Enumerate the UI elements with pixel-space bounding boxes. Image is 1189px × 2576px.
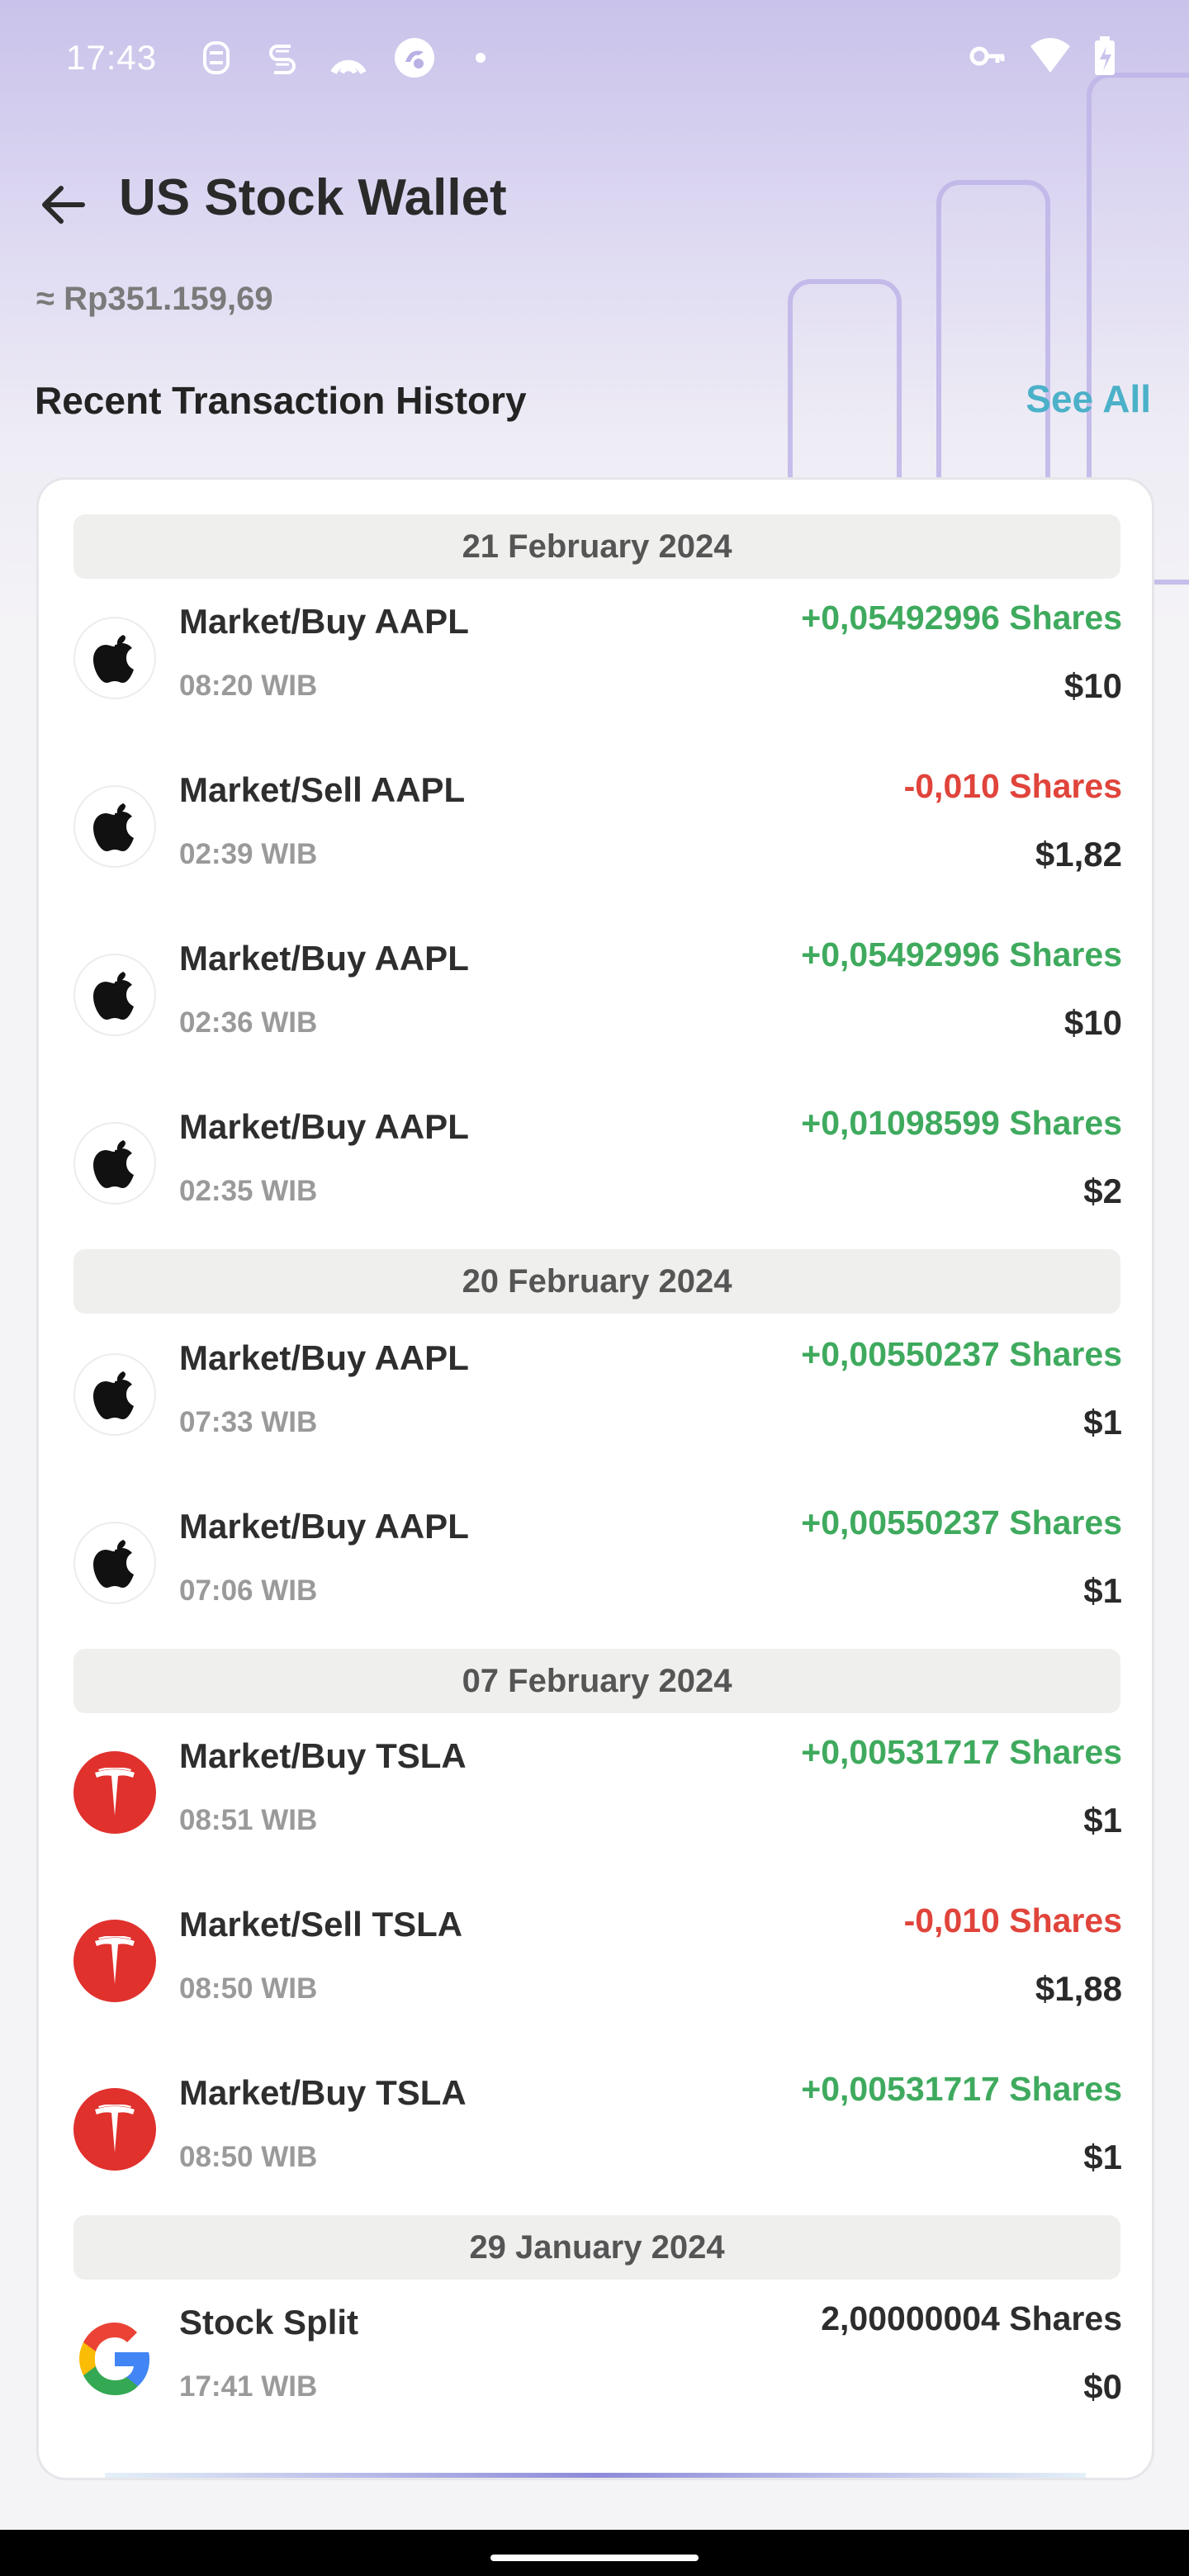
- battery-icon: [1093, 36, 1116, 80]
- transaction-amount: $0: [1083, 2367, 1122, 2406]
- transaction-row[interactable]: Market/Buy AAPL 08:20 WIB +0,05492996 Sh…: [39, 579, 1152, 747]
- transaction-shares: +0,00531717 Shares: [801, 2070, 1122, 2108]
- transaction-shares: +0,00550237 Shares: [801, 1503, 1122, 1541]
- system-navigation-bar: [0, 2530, 1189, 2576]
- transaction-time: 08:50 WIB: [179, 1972, 318, 2005]
- section-title: Recent Transaction History: [35, 379, 527, 422]
- date-header: 07 February 2024: [73, 1649, 1120, 1713]
- apple-logo-icon: [73, 954, 156, 1036]
- arrow-left-icon: [42, 186, 85, 224]
- transaction-title: Market/Buy AAPL: [179, 1507, 469, 1546]
- status-icons-right: [968, 36, 1116, 80]
- status-bar: 17:43: [0, 0, 1189, 116]
- transaction-amount: $1,82: [1035, 835, 1122, 874]
- tesla-logo-icon: [73, 1751, 156, 1834]
- transaction-row[interactable]: Market/Buy AAPL 07:33 WIB +0,00550237 Sh…: [39, 1315, 1152, 1484]
- transaction-time: 02:35 WIB: [179, 1175, 318, 1207]
- see-all-link[interactable]: See All: [1026, 376, 1151, 421]
- transaction-time: 07:33 WIB: [179, 1406, 318, 1438]
- transaction-time: 08:50 WIB: [179, 2141, 318, 2173]
- transaction-history-card: 21 February 2024 Market/Buy AAPL 08:20 W…: [36, 477, 1154, 2480]
- google-logo-icon: [73, 2318, 156, 2400]
- transaction-shares: -0,010 Shares: [903, 1901, 1122, 1939]
- tesla-logo-icon: [73, 1920, 156, 2002]
- transaction-row[interactable]: Market/Sell TSLA 08:50 WIB -0,010 Shares…: [39, 1882, 1152, 2050]
- transaction-amount: $1: [1083, 2138, 1122, 2176]
- transaction-time: 08:20 WIB: [179, 670, 318, 702]
- status-icons-left: [195, 36, 502, 79]
- transaction-time: 08:51 WIB: [179, 1804, 318, 1836]
- transaction-row[interactable]: Market/Buy AAPL 02:35 WIB +0,01098599 Sh…: [39, 1084, 1152, 1252]
- apple-logo-icon: [73, 785, 156, 868]
- apple-logo-icon: [73, 1522, 156, 1604]
- back-button[interactable]: [30, 172, 96, 238]
- transaction-title: Market/Buy TSLA: [179, 2073, 467, 2112]
- transaction-time: 07:06 WIB: [179, 1574, 318, 1607]
- transaction-time: 02:39 WIB: [179, 838, 318, 870]
- tesla-logo-icon: [73, 2088, 156, 2171]
- transaction-amount: $1: [1083, 1571, 1122, 1610]
- home-gesture-handle[interactable]: [490, 2555, 699, 2561]
- key-icon: [968, 36, 1007, 80]
- app-arc-icon: [327, 36, 370, 79]
- transaction-title: Market/Buy TSLA: [179, 1736, 467, 1775]
- transaction-time: 02:36 WIB: [179, 1006, 318, 1039]
- transaction-amount: $1,88: [1035, 1969, 1122, 2008]
- transaction-row[interactable]: Market/Buy AAPL 07:06 WIB +0,00550237 Sh…: [39, 1484, 1152, 1652]
- transaction-amount: $1: [1083, 1801, 1122, 1840]
- apple-logo-icon: [73, 1122, 156, 1205]
- transaction-amount: $10: [1063, 666, 1122, 705]
- transaction-row[interactable]: Market/Buy AAPL 02:36 WIB +0,05492996 Sh…: [39, 916, 1152, 1084]
- transaction-title: Market/Sell TSLA: [179, 1905, 463, 1944]
- wallet-balance: ≈ Rp351.159,69: [36, 281, 273, 317]
- apple-logo-icon: [73, 1353, 156, 1436]
- date-header: 29 January 2024: [73, 2215, 1120, 2280]
- transaction-shares: -0,010 Shares: [903, 767, 1122, 805]
- transaction-shares: +0,05492996 Shares: [801, 599, 1122, 637]
- transaction-shares: 2,00000004 Shares: [821, 2299, 1122, 2337]
- transaction-row[interactable]: Market/Buy TSLA 08:50 WIB +0,00531717 Sh…: [39, 2050, 1152, 2218]
- transaction-shares: +0,00531717 Shares: [801, 1733, 1122, 1771]
- transaction-shares: +0,05492996 Shares: [801, 935, 1122, 973]
- transaction-row[interactable]: Market/Sell AAPL 02:39 WIB -0,010 Shares…: [39, 747, 1152, 916]
- date-header: 21 February 2024: [73, 514, 1120, 579]
- notification-s-icon: [195, 36, 238, 79]
- transaction-title: Market/Buy AAPL: [179, 1107, 469, 1146]
- transaction-row[interactable]: Stock Split 17:41 WIB 2,00000004 Shares …: [39, 2280, 1152, 2448]
- notification-s2-icon: [261, 36, 304, 79]
- transaction-amount: $2: [1083, 1172, 1122, 1210]
- transaction-amount: $10: [1063, 1003, 1122, 1042]
- dot-icon: [459, 36, 502, 79]
- wifi-icon: [1029, 36, 1072, 80]
- transaction-shares: +0,01098599 Shares: [801, 1104, 1122, 1142]
- transaction-title: Market/Buy AAPL: [179, 1338, 469, 1377]
- transaction-title: Market/Buy AAPL: [179, 939, 469, 978]
- page-title: US Stock Wallet: [119, 169, 507, 226]
- date-header: 20 February 2024: [73, 1249, 1120, 1314]
- transaction-title: Stock Split: [179, 2303, 359, 2342]
- apple-logo-icon: [73, 617, 156, 699]
- transaction-time: 17:41 WIB: [179, 2370, 318, 2403]
- transaction-title: Market/Buy AAPL: [179, 602, 469, 641]
- transaction-amount: $1: [1083, 1403, 1122, 1442]
- transaction-row[interactable]: Market/Buy TSLA 08:51 WIB +0,00531717 Sh…: [39, 1713, 1152, 1882]
- app-header: US Stock Wallet: [0, 157, 1189, 248]
- transaction-title: Market/Sell AAPL: [179, 770, 466, 809]
- app-circle-icon: [393, 36, 436, 79]
- transaction-shares: +0,00550237 Shares: [801, 1335, 1122, 1373]
- status-time: 17:43: [66, 38, 158, 77]
